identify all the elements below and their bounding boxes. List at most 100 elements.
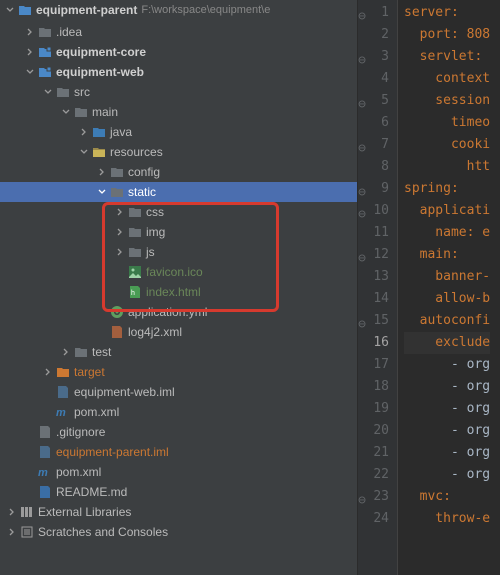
project-title: equipment-parent (36, 3, 137, 17)
image-file-icon (128, 265, 142, 279)
tree-item-webiml[interactable]: equipment-web.iml (0, 382, 357, 402)
iml-file-icon (38, 445, 52, 459)
chevron-right-icon (44, 368, 52, 376)
tree-label: index.html (146, 285, 201, 299)
fold-icon[interactable]: ⊖ (358, 248, 366, 258)
tree-item-core[interactable]: equipment-core (0, 42, 357, 62)
folder-icon (110, 185, 124, 199)
tree-item-test[interactable]: test (0, 342, 357, 362)
tree-label: equipment-parent.iml (56, 445, 169, 459)
folder-icon (110, 165, 124, 179)
folder-icon (38, 25, 52, 39)
xml-file-icon (110, 325, 124, 339)
chevron-down-icon (44, 88, 52, 96)
iml-file-icon (56, 385, 70, 399)
tree-label: java (110, 125, 132, 139)
chevron-right-icon (8, 508, 16, 516)
tree-item-static[interactable]: static (0, 182, 357, 202)
scratches-icon (20, 525, 34, 539)
chevron-right-icon (116, 228, 124, 236)
tree-label: Scratches and Consoles (38, 525, 168, 539)
library-icon (20, 505, 34, 519)
tree-item-pom-web[interactable]: m pom.xml (0, 402, 357, 422)
fold-icon[interactable]: ⊖ (358, 182, 366, 192)
tree-item-pom-parent[interactable]: m pom.xml (0, 462, 357, 482)
project-header: equipment-parent F:\workspace\equipment\… (0, 0, 357, 20)
fold-icon[interactable]: ⊖ (358, 204, 366, 214)
tree-label: log4j2.xml (128, 325, 182, 339)
chevron-right-icon (116, 208, 124, 216)
tree-item-log4j[interactable]: log4j2.xml (0, 322, 357, 342)
tree-label: equipment-web.iml (74, 385, 175, 399)
svg-text:m: m (38, 467, 48, 479)
code-editor[interactable]: ⊖1 2 ⊖3 4 ⊖5 6 ⊖7 8 ⊖9 ⊖10 11 ⊖12 13 14 … (358, 0, 500, 575)
html-file-icon: h (128, 285, 142, 299)
markdown-file-icon (38, 485, 52, 499)
maven-file-icon: m (56, 405, 70, 419)
tree-item-index[interactable]: h index.html (0, 282, 357, 302)
chevron-right-icon (98, 168, 106, 176)
fold-icon[interactable]: ⊖ (358, 94, 366, 104)
tree-label: application.yml (128, 305, 207, 319)
tree-item-main[interactable]: main (0, 102, 357, 122)
tree-item-readme[interactable]: README.md (0, 482, 357, 502)
fold-icon[interactable]: ⊖ (358, 6, 366, 16)
chevron-right-icon (116, 248, 124, 256)
tree-item-appyml[interactable]: application.yml (0, 302, 357, 322)
chevron-down-icon (98, 188, 106, 196)
maven-file-icon: m (38, 465, 52, 479)
editor-content[interactable]: server: port: 808 servlet: context sessi… (398, 0, 490, 575)
tree-item-favicon[interactable]: favicon.ico (0, 262, 357, 282)
project-path: F:\workspace\equipment\e (141, 4, 270, 16)
fold-icon[interactable]: ⊖ (358, 50, 366, 60)
yaml-file-icon (110, 305, 124, 319)
tree-label: src (74, 85, 90, 99)
tree-label: main (92, 105, 118, 119)
tree-item-extlib[interactable]: External Libraries (0, 502, 357, 522)
tree-label: static (128, 185, 156, 199)
tree-item-scratches[interactable]: Scratches and Consoles (0, 522, 357, 542)
chevron-right-icon (8, 528, 16, 536)
tree-label: favicon.ico (146, 265, 203, 279)
tree-label: test (92, 345, 111, 359)
project-tree: .idea equipment-core equipment-web src (0, 20, 357, 542)
chevron-right-icon (62, 348, 70, 356)
folder-icon (18, 3, 32, 17)
tree-item-resources[interactable]: resources (0, 142, 357, 162)
tree-item-js[interactable]: js (0, 242, 357, 262)
fold-icon[interactable]: ⊖ (358, 490, 366, 500)
tree-item-img[interactable]: img (0, 222, 357, 242)
folder-icon (128, 245, 142, 259)
tree-item-parentiml[interactable]: equipment-parent.iml (0, 442, 357, 462)
folder-icon (128, 225, 142, 239)
tree-label: .idea (56, 25, 82, 39)
excluded-folder-icon (56, 365, 70, 379)
tree-label: pom.xml (56, 465, 101, 479)
tree-item-config[interactable]: config (0, 162, 357, 182)
tree-item-idea[interactable]: .idea (0, 22, 357, 42)
folder-icon (74, 345, 88, 359)
chevron-down-icon (26, 68, 34, 76)
tree-label: css (146, 205, 164, 219)
chevron-right-icon (26, 28, 34, 36)
fold-icon[interactable]: ⊖ (358, 314, 366, 324)
fold-icon[interactable]: ⊖ (358, 138, 366, 148)
chevron-down-icon (62, 108, 70, 116)
tree-label: README.md (56, 485, 127, 499)
tree-item-css[interactable]: css (0, 202, 357, 222)
tree-item-java[interactable]: java (0, 122, 357, 142)
folder-icon (74, 105, 88, 119)
tree-label: External Libraries (38, 505, 131, 519)
editor-gutter: ⊖1 2 ⊖3 4 ⊖5 6 ⊖7 8 ⊖9 ⊖10 11 ⊖12 13 14 … (358, 0, 398, 575)
chevron-down-icon (6, 6, 14, 14)
chevron-right-icon (26, 48, 34, 56)
gitignore-file-icon (38, 425, 52, 439)
svg-text:m: m (56, 407, 66, 419)
tree-item-target[interactable]: target (0, 362, 357, 382)
tree-item-gitignore[interactable]: .gitignore (0, 422, 357, 442)
tree-item-src[interactable]: src (0, 82, 357, 102)
module-icon (38, 65, 52, 79)
tree-item-web[interactable]: equipment-web (0, 62, 357, 82)
source-folder-icon (92, 125, 106, 139)
tree-label: equipment-web (56, 65, 144, 79)
